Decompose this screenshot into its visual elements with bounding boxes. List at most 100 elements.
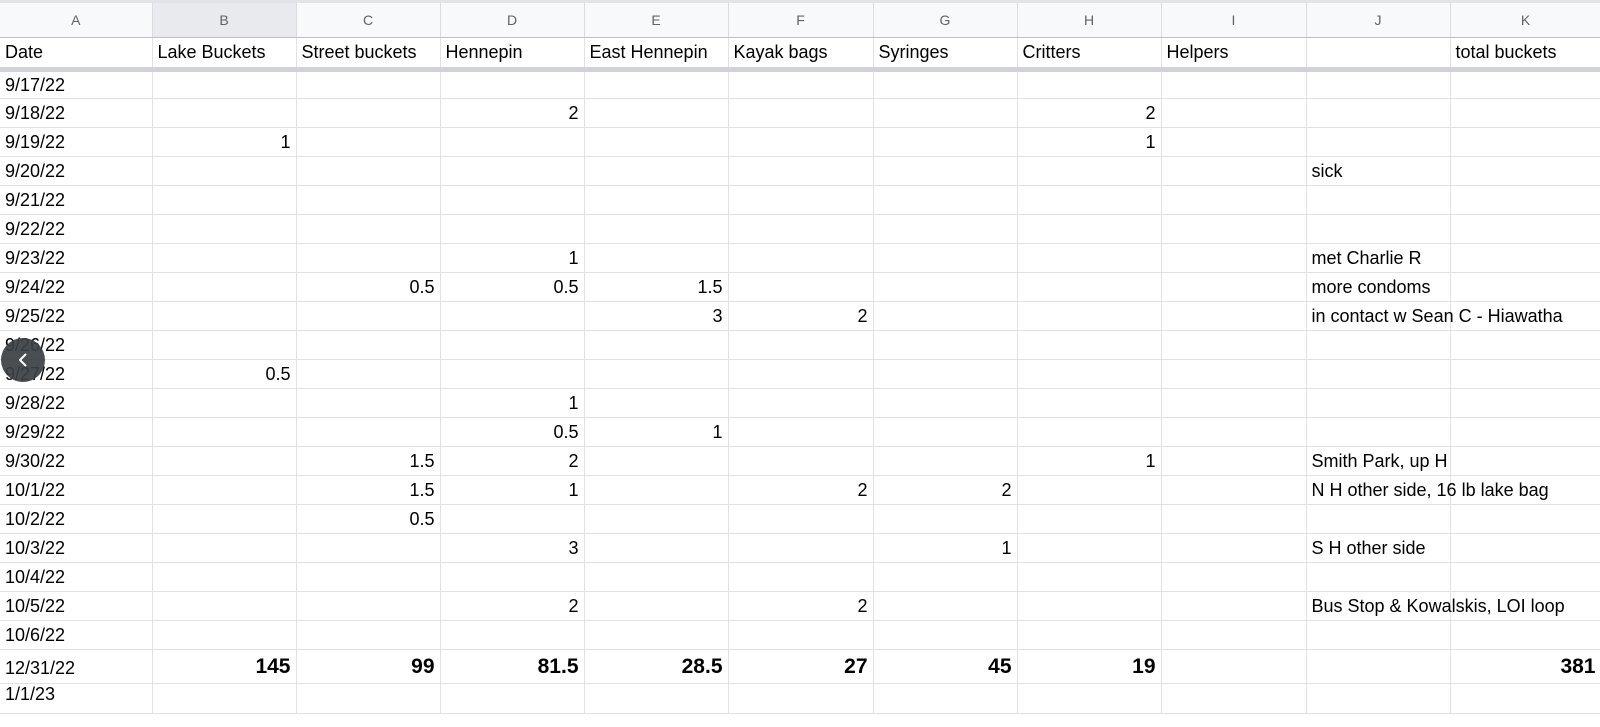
- cell-east-hennepin[interactable]: [584, 446, 729, 476]
- cell-east-hennepin[interactable]: 1: [584, 417, 729, 447]
- total-cell-critters[interactable]: 19: [1017, 649, 1162, 684]
- cell-east-hennepin[interactable]: [584, 330, 729, 360]
- cell-syringes[interactable]: [873, 156, 1018, 186]
- cell-east-hennepin[interactable]: [584, 156, 729, 186]
- cell-hennepin[interactable]: 2: [440, 591, 585, 621]
- cell-date[interactable]: 9/25/22: [0, 301, 153, 331]
- cell-critters[interactable]: [1017, 683, 1162, 714]
- cell-notes[interactable]: sick: [1306, 156, 1451, 186]
- cell-hennepin[interactable]: [440, 156, 585, 186]
- cell-notes[interactable]: [1306, 98, 1451, 128]
- cell-total-buckets[interactable]: [1450, 533, 1600, 563]
- cell-critters[interactable]: [1017, 504, 1162, 534]
- cell-kayak-bags[interactable]: [728, 98, 874, 128]
- cell-date[interactable]: 9/30/22: [0, 446, 153, 476]
- cell-street-buckets[interactable]: [296, 214, 441, 244]
- cell-total-buckets[interactable]: [1450, 330, 1600, 360]
- cell-kayak-bags[interactable]: [728, 272, 874, 302]
- header-cell-street-buckets[interactable]: Street buckets: [296, 37, 441, 72]
- column-header-d[interactable]: D: [440, 0, 585, 38]
- cell-street-buckets[interactable]: [296, 156, 441, 186]
- cell-lake-buckets[interactable]: [152, 504, 297, 534]
- cell-total-buckets[interactable]: [1450, 683, 1600, 714]
- cell-east-hennepin[interactable]: [584, 388, 729, 418]
- total-cell-kayak-bags[interactable]: 27: [728, 649, 874, 684]
- cell-helpers[interactable]: [1161, 475, 1307, 505]
- cell-date[interactable]: 9/20/22: [0, 156, 153, 186]
- cell-syringes[interactable]: [873, 330, 1018, 360]
- cell-notes[interactable]: [1306, 359, 1451, 389]
- cell-hennepin[interactable]: [440, 185, 585, 215]
- header-cell-date[interactable]: Date: [0, 37, 153, 72]
- cell-kayak-bags[interactable]: [728, 127, 874, 157]
- cell-hennepin[interactable]: 1: [440, 388, 585, 418]
- cell-total-buckets[interactable]: [1450, 388, 1600, 418]
- cell-critters[interactable]: 2: [1017, 98, 1162, 128]
- cell-total-buckets[interactable]: [1450, 98, 1600, 128]
- cell-lake-buckets[interactable]: [152, 69, 297, 99]
- column-header-c[interactable]: C: [296, 0, 441, 38]
- collapse-panel-button[interactable]: [1, 338, 45, 382]
- cell-lake-buckets[interactable]: [152, 475, 297, 505]
- cell-syringes[interactable]: [873, 446, 1018, 476]
- cell-helpers[interactable]: [1161, 69, 1307, 99]
- cell-critters[interactable]: [1017, 301, 1162, 331]
- cell-notes[interactable]: [1306, 214, 1451, 244]
- cell-critters[interactable]: [1017, 417, 1162, 447]
- cell-hennepin[interactable]: [440, 127, 585, 157]
- cell-helpers[interactable]: [1161, 272, 1307, 302]
- cell-helpers[interactable]: [1161, 243, 1307, 273]
- cell-helpers[interactable]: [1161, 156, 1307, 186]
- cell-critters[interactable]: [1017, 475, 1162, 505]
- cell-hennepin[interactable]: 3: [440, 533, 585, 563]
- cell-east-hennepin[interactable]: [584, 127, 729, 157]
- cell-kayak-bags[interactable]: 2: [728, 301, 874, 331]
- cell-helpers[interactable]: [1161, 388, 1307, 418]
- total-cell-notes[interactable]: [1306, 649, 1451, 684]
- cell-syringes[interactable]: [873, 301, 1018, 331]
- cell-syringes[interactable]: [873, 562, 1018, 592]
- cell-kayak-bags[interactable]: [728, 185, 874, 215]
- cell-date[interactable]: 10/4/22: [0, 562, 153, 592]
- cell-lake-buckets[interactable]: [152, 243, 297, 273]
- cell-hennepin[interactable]: [440, 330, 585, 360]
- cell-hennepin[interactable]: [440, 359, 585, 389]
- cell-date[interactable]: 9/21/22: [0, 185, 153, 215]
- cell-syringes[interactable]: [873, 388, 1018, 418]
- cell-syringes[interactable]: [873, 359, 1018, 389]
- cell-total-buckets[interactable]: [1450, 272, 1600, 302]
- cell-kayak-bags[interactable]: 2: [728, 475, 874, 505]
- cell-syringes[interactable]: [873, 127, 1018, 157]
- cell-lake-buckets[interactable]: [152, 330, 297, 360]
- cell-syringes[interactable]: [873, 69, 1018, 99]
- cell-east-hennepin[interactable]: [584, 98, 729, 128]
- cell-street-buckets[interactable]: [296, 591, 441, 621]
- column-header-f[interactable]: F: [728, 0, 874, 38]
- cell-hennepin[interactable]: [440, 562, 585, 592]
- total-cell-lake-buckets[interactable]: 145: [152, 649, 297, 684]
- cell-street-buckets[interactable]: [296, 533, 441, 563]
- cell-critters[interactable]: [1017, 156, 1162, 186]
- cell-street-buckets[interactable]: [296, 562, 441, 592]
- cell-hennepin[interactable]: 1: [440, 243, 585, 273]
- header-cell-kayak-bags[interactable]: Kayak bags: [728, 37, 874, 72]
- cell-date[interactable]: 1/1/23: [0, 683, 153, 714]
- cell-street-buckets[interactable]: [296, 301, 441, 331]
- cell-kayak-bags[interactable]: [728, 214, 874, 244]
- header-cell-critters[interactable]: Critters: [1017, 37, 1162, 72]
- cell-notes[interactable]: [1306, 562, 1451, 592]
- cell-helpers[interactable]: [1161, 620, 1307, 650]
- cell-lake-buckets[interactable]: 1: [152, 127, 297, 157]
- total-cell-total-buckets[interactable]: 381: [1450, 649, 1600, 684]
- cell-kayak-bags[interactable]: [728, 69, 874, 99]
- column-header-h[interactable]: H: [1017, 0, 1162, 38]
- cell-lake-buckets[interactable]: [152, 272, 297, 302]
- cell-hennepin[interactable]: 2: [440, 98, 585, 128]
- cell-total-buckets[interactable]: [1450, 446, 1600, 476]
- header-cell-syringes[interactable]: Syringes: [873, 37, 1018, 72]
- cell-helpers[interactable]: [1161, 446, 1307, 476]
- cell-east-hennepin[interactable]: [584, 475, 729, 505]
- total-cell-helpers[interactable]: [1161, 649, 1307, 684]
- cell-street-buckets[interactable]: [296, 620, 441, 650]
- cell-kayak-bags[interactable]: [728, 504, 874, 534]
